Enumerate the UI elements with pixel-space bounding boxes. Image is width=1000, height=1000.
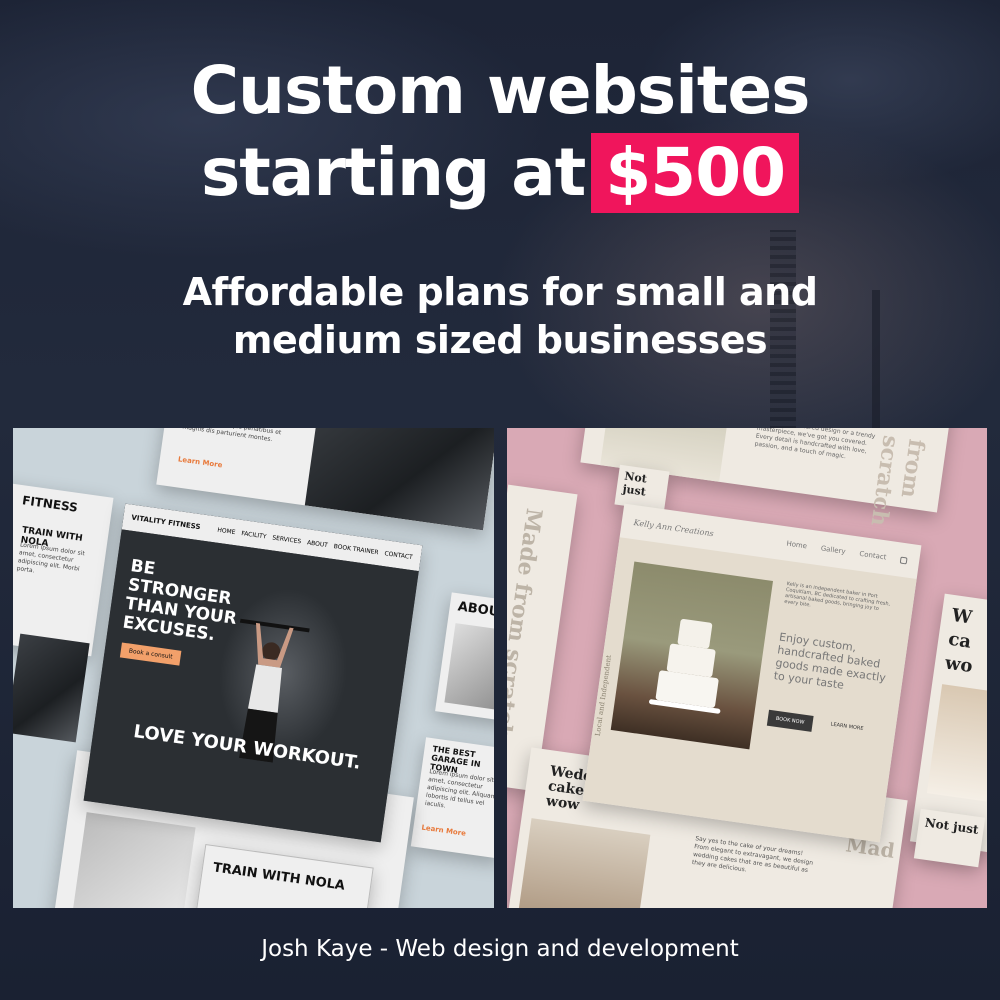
headline: Custom websites starting at $500 [0,50,1000,214]
bakery-not-just-top-text: Not just [621,469,648,499]
gym-hero-heading: BE STRONGER THAN YOUR EXCUSES. [121,556,238,646]
headline-starting: starting at [200,134,586,211]
dumbbell-rack-photo [304,428,494,531]
gym-card-garage: THE BEST GARAGE IN TOWN Lorem ipsum dolo… [410,737,494,859]
gym-top-text: Aliquam lobortis id tellus vel iaculis. … [182,428,292,444]
subhead-line1: Affordable plans for small and [182,270,818,314]
bakery-intro: Kelly is an independent baker in Port Co… [783,580,891,613]
bakery-right-wo: wo [943,652,974,678]
bakery-hero-body: Local and Independent Kelly is an indepe… [582,537,917,843]
gym-mockup-panel: Aliquam lobortis id tellus vel iaculis. … [13,428,494,908]
gym-nav-contact[interactable]: CONTACT [384,550,413,561]
gym-nav-home[interactable]: HOME [217,526,236,535]
gym-card-right: ABOUT [435,592,494,724]
bakery-not-just-bottom: Not just [913,808,986,868]
gym-consult-button[interactable]: Book a consult [119,642,182,666]
bakery-nav-home[interactable]: Home [786,540,808,551]
gym-garage-text: Lorem ipsum dolor sit amet, consectetur … [424,768,494,810]
gym-card-left: FITNESS TRAIN WITH NOLA Lorem ipsum dolo… [13,479,114,657]
bakery-say-yes: Say yes to the cake of your dreams! From… [691,835,814,875]
bakery-tagline: Enjoy custom, handcrafted baked goods ma… [772,630,887,692]
gym-nav-about[interactable]: ABOUT [307,539,329,549]
subheadline: Affordable plans for small and medium si… [0,268,1000,364]
bakery-not-just-bottom-text: Not just [923,815,980,837]
bakery-made-vertical: Made from scratch [507,506,557,769]
gym-learn-more-garage[interactable]: Learn More [421,824,466,838]
cake-photo [610,561,774,750]
gym-nav-services[interactable]: SERVICES [272,534,302,545]
bakery-learn-button[interactable]: LEARN MORE [830,721,864,732]
bakery-right-photo [926,684,987,802]
bakery-right-ca: ca [947,628,973,653]
bakery-mockup-panel: want a classic tiered design or a trendy… [507,428,987,908]
bakery-right-w: W [950,604,974,629]
headline-line1: Custom websites [190,52,811,129]
gym-hero-card: VITALITY FITNESS HOME FACILITY SERVICES … [83,503,423,843]
instagram-icon[interactable] [899,556,908,564]
gym-nav-facility[interactable]: FACILITY [241,530,267,540]
bakery-nav-contact[interactable]: Contact [859,550,887,562]
gym-side-photo [13,633,90,743]
gym-kettlebell-photo [69,812,196,908]
bakery-book-button[interactable]: BOOK NOW [766,709,814,732]
gym-about-short: ABOUT [456,599,494,622]
bakery-made-from-scratch: Made from scratch [507,506,548,742]
gym-brand[interactable]: VITALITY FITNESS [131,514,212,533]
gym-learn-more-top[interactable]: Learn More [177,455,222,469]
gym-nav-book[interactable]: BOOK TRAINER [333,543,379,556]
bakery-nav-gallery[interactable]: Gallery [820,544,846,555]
headline-line2: starting at $500 [0,132,1000,214]
bakery-not-just-top: Not just [614,464,670,512]
gym-hero-body: BE STRONGER THAN YOUR EXCUSES. Book a co… [83,529,419,843]
footer-credit: Josh Kaye - Web design and development [261,936,739,962]
gym-train-bottom: TRAIN WITH NOLA [212,860,346,894]
gym-train-card: TRAIN WITH NOLA [191,843,374,908]
price-badge: $500 [591,133,800,213]
bakery-hero-card: Kelly Ann Creations Home Gallery Contact… [582,503,922,843]
bakery-card-left: Made from scratch [507,484,578,792]
gym-about-photo [444,623,494,713]
bakery-wedding-photo [516,818,651,908]
subhead-line2: medium sized businesses [232,318,768,362]
tiered-cake [648,617,726,714]
gym-side-title: FITNESS [21,493,79,515]
